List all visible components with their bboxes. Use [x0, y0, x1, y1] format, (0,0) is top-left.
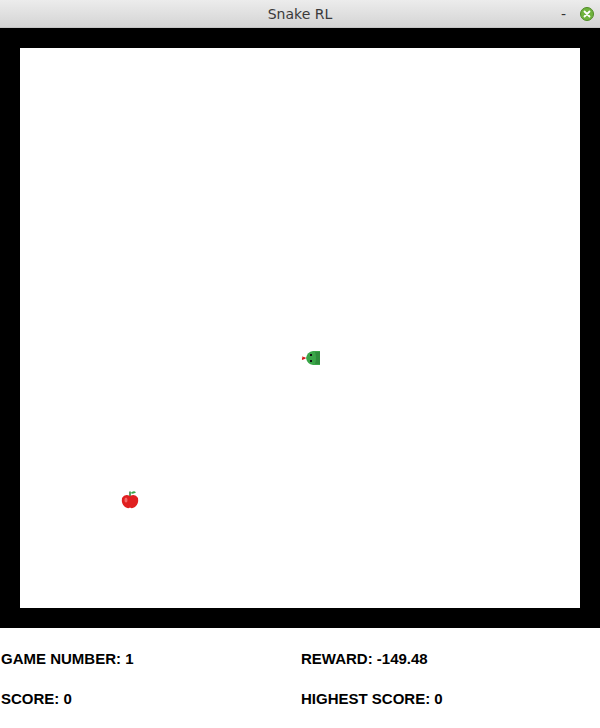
- window-controls: -: [559, 0, 594, 27]
- apple-icon: [120, 490, 140, 510]
- stat-label: SCORE: 0: [0, 678, 300, 718]
- snake-head-icon: [300, 348, 320, 368]
- window-title: Snake RL: [268, 6, 333, 22]
- close-icon[interactable]: [580, 7, 594, 21]
- title-bar: Snake RL -: [0, 0, 600, 28]
- game-board: [0, 28, 600, 628]
- stat-label: REWARD: -149.48: [300, 638, 600, 678]
- stat-label: GAME NUMBER: 1: [0, 638, 300, 678]
- play-field: [20, 48, 580, 608]
- stat-label: HIGHEST SCORE: 0: [300, 678, 600, 718]
- minimize-button[interactable]: -: [559, 6, 568, 22]
- stats-panel: GAME NUMBER: 1REWARD: -149.48SCORE: 0HIG…: [0, 628, 600, 728]
